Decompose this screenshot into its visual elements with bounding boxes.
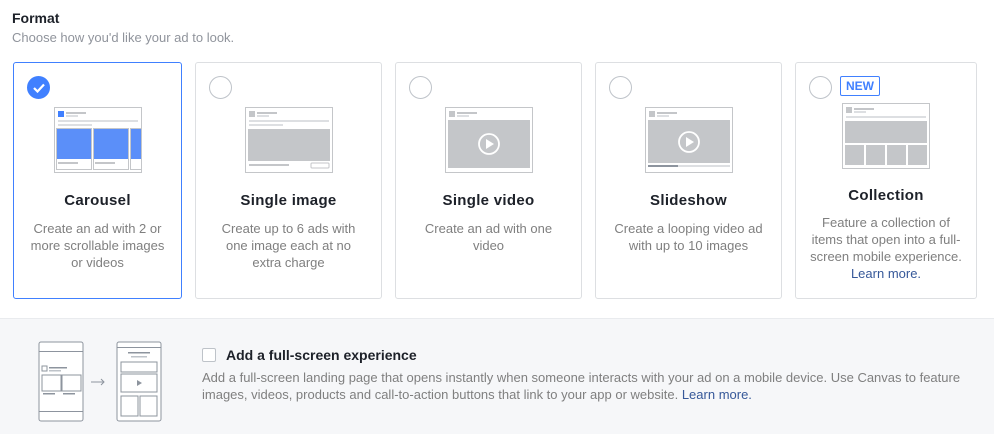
section-subtitle: Choose how you'd like your ad to look.: [12, 30, 235, 45]
fullscreen-description-text: Add a full-screen landing page that open…: [202, 370, 961, 402]
single-image-description: Create up to 6 ads with one image each a…: [221, 221, 356, 270]
section-title: Format: [12, 10, 60, 26]
fullscreen-experience-checkbox[interactable]: [202, 348, 216, 362]
collection-preview-icon: [842, 103, 930, 169]
canvas-preview-icon: [38, 341, 162, 422]
slideshow-radio[interactable]: [609, 76, 632, 99]
single-video-title: Single video: [442, 192, 535, 209]
collection-radio[interactable]: [809, 76, 832, 99]
slideshow-description: Create a looping video ad with up to 10 …: [614, 221, 763, 253]
new-badge: NEW: [840, 76, 880, 96]
single-video-preview-icon: [444, 107, 533, 173]
slideshow-title: Slideshow: [650, 192, 727, 209]
collection-learn-more-link[interactable]: Learn more.: [851, 266, 921, 281]
collection-description: Feature a collection of items that open …: [810, 214, 962, 282]
single-image-title: Single image: [240, 192, 337, 209]
format-card-collection[interactable]: NEW Collection Feature a collection of i…: [795, 62, 977, 299]
single-image-preview-icon: [244, 107, 333, 173]
carousel-preview-icon: [53, 107, 142, 173]
fullscreen-learn-more-link[interactable]: Learn more.: [682, 387, 752, 402]
single-video-radio[interactable]: [409, 76, 432, 99]
single-image-radio[interactable]: [209, 76, 232, 99]
fullscreen-experience-description: Add a full-screen landing page that open…: [202, 369, 982, 403]
slideshow-preview-icon: [644, 107, 733, 173]
fullscreen-experience-panel: Add a full-screen experience Add a full-…: [0, 318, 994, 434]
collection-title: Collection: [848, 187, 924, 204]
collection-description-text: Feature a collection of items that open …: [810, 215, 962, 264]
fullscreen-experience-title: Add a full-screen experience: [226, 347, 417, 363]
format-card-slideshow[interactable]: Slideshow Create a looping video ad with…: [595, 62, 782, 299]
format-card-carousel[interactable]: Carousel Create an ad with 2 or more scr…: [13, 62, 182, 299]
format-card-single-video[interactable]: Single video Create an ad with one video: [395, 62, 582, 299]
format-card-single-image[interactable]: Single image Create up to 6 ads with one…: [195, 62, 382, 299]
checkmark-icon: [33, 83, 45, 93]
carousel-radio[interactable]: [27, 76, 50, 99]
carousel-title: Carousel: [64, 192, 131, 209]
carousel-description: Create an ad with 2 or more scrollable i…: [30, 221, 165, 270]
single-video-description: Create an ad with one video: [424, 221, 553, 253]
